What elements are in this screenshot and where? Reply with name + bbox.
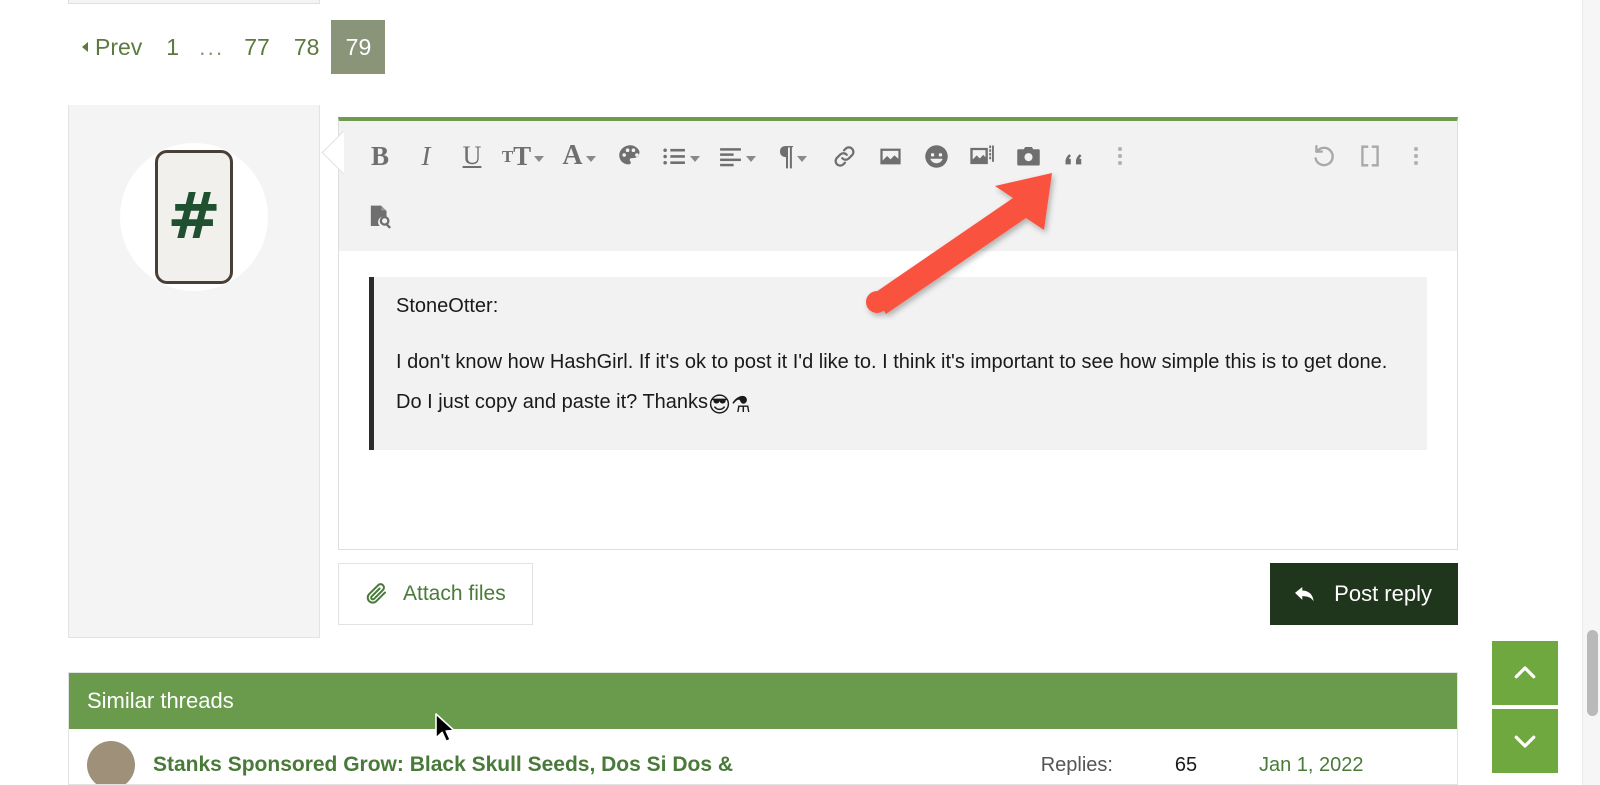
attach-files-button[interactable]: Attach files bbox=[338, 563, 533, 625]
attach-files-label: Attach files bbox=[403, 582, 506, 605]
page-scrollbar[interactable] bbox=[1582, 0, 1600, 785]
quote-icon[interactable] bbox=[1051, 133, 1097, 179]
chevron-down-icon bbox=[534, 156, 545, 162]
pagination-page-77[interactable]: 77 bbox=[232, 20, 282, 74]
image-icon[interactable] bbox=[867, 133, 913, 179]
chevron-up-icon bbox=[1514, 666, 1536, 679]
pagination-ellipsis: ... bbox=[199, 33, 225, 60]
bold-icon[interactable]: B bbox=[357, 133, 403, 179]
quote-attribution: StoneOtter: bbox=[396, 295, 499, 317]
pagination-prev-link[interactable]: Prev bbox=[68, 20, 154, 74]
scroll-to-bottom-button[interactable] bbox=[1492, 709, 1558, 773]
table-row[interactable]: Stanks Sponsored Grow: Black Skull Seeds… bbox=[69, 729, 1457, 784]
reply-editor-block: # B I U T T A ¶ StoneOtter: I don't know… bbox=[68, 105, 1458, 638]
thread-date: Jan 1, 2022 bbox=[1259, 753, 1364, 776]
editor-content-area[interactable]: StoneOtter: I don't know how HashGirl. I… bbox=[339, 251, 1457, 549]
quote-block[interactable]: StoneOtter: I don't know how HashGirl. I… bbox=[369, 277, 1427, 450]
sunglasses-smiley-emoji: 😎 bbox=[708, 393, 731, 418]
panel-connector-arrow bbox=[318, 123, 344, 181]
thread-title-link[interactable]: Stanks Sponsored Grow: Black Skull Seeds… bbox=[153, 753, 1023, 777]
similar-threads-heading: Similar threads bbox=[69, 673, 1457, 729]
palette-icon[interactable] bbox=[607, 133, 653, 179]
smilie-icon[interactable] bbox=[913, 133, 959, 179]
camera-icon[interactable] bbox=[1005, 133, 1051, 179]
editor-toolbar: B I U TT A ¶ bbox=[339, 121, 1457, 252]
replies-count: 65 bbox=[1174, 753, 1198, 776]
chevron-down-icon bbox=[690, 156, 700, 162]
text-color-icon[interactable]: A bbox=[551, 133, 607, 179]
undo-icon[interactable] bbox=[1301, 133, 1347, 179]
vertical-dots-icon bbox=[1118, 147, 1122, 165]
quote-body-line-1: I don't know how HashGirl. If it's ok to… bbox=[396, 351, 1332, 373]
paperclip-icon bbox=[366, 583, 386, 604]
link-icon[interactable] bbox=[821, 133, 867, 179]
chevron-down-icon bbox=[746, 156, 756, 162]
paragraph-icon[interactable]: ¶ bbox=[765, 133, 821, 179]
hookah-emoji: ⚗ bbox=[730, 393, 751, 418]
pagination-page-1[interactable]: 1 bbox=[154, 20, 191, 74]
scroll-to-top-button[interactable] bbox=[1492, 641, 1558, 705]
page-scrollbar-thumb[interactable] bbox=[1587, 630, 1598, 716]
previous-post-stub bbox=[68, 0, 320, 4]
pagination-prev-label: Prev bbox=[95, 34, 143, 60]
list-icon[interactable] bbox=[653, 133, 709, 179]
reply-arrow-icon bbox=[1295, 586, 1314, 602]
editor-action-row: Attach files Post reply bbox=[338, 563, 1458, 631]
avatar-hash-glyph: # bbox=[155, 150, 233, 284]
align-icon[interactable] bbox=[709, 133, 765, 179]
italic-icon[interactable]: I bbox=[403, 133, 449, 179]
editor-toolbar-row-1: B I U TT A ¶ bbox=[357, 125, 1439, 187]
replies-label: Replies: bbox=[1040, 753, 1113, 776]
chevron-down-icon bbox=[1514, 735, 1536, 748]
avatar[interactable]: # bbox=[120, 143, 268, 291]
scroll-controls bbox=[1492, 641, 1558, 773]
chevron-left-icon bbox=[82, 42, 88, 52]
chevron-down-icon bbox=[797, 156, 808, 162]
chevron-down-icon bbox=[585, 156, 596, 162]
editor-toolbar-row-2 bbox=[357, 187, 1439, 245]
pagination-current-page[interactable]: 79 bbox=[331, 20, 386, 74]
more-options-icon[interactable] bbox=[1097, 133, 1143, 179]
more-tools-icon[interactable] bbox=[1393, 133, 1439, 179]
post-reply-label: Post reply bbox=[1334, 581, 1432, 606]
rich-text-editor: B I U TT A ¶ StoneOtter: I don't know ho… bbox=[338, 117, 1458, 550]
gallery-icon[interactable] bbox=[959, 133, 1005, 179]
forum-thread-page: Prev 1 ... 77 78 79 # B I U T T A ¶ Ston… bbox=[0, 0, 1600, 785]
preview-icon[interactable] bbox=[357, 193, 403, 239]
underline-icon[interactable]: U bbox=[449, 133, 495, 179]
author-panel: # bbox=[68, 105, 320, 638]
bbcode-icon[interactable] bbox=[1347, 133, 1393, 179]
avatar[interactable] bbox=[87, 741, 135, 784]
similar-threads-block: Similar threads Stanks Sponsored Grow: B… bbox=[68, 672, 1458, 785]
vertical-dots-icon bbox=[1414, 147, 1418, 165]
quote-body: I don't know how HashGirl. If it's ok to… bbox=[396, 342, 1401, 428]
font-size-icon[interactable]: TT bbox=[495, 133, 551, 179]
editor-toolbar-right-group bbox=[1301, 133, 1439, 179]
post-reply-button[interactable]: Post reply bbox=[1270, 563, 1458, 625]
pagination: Prev 1 ... 77 78 79 bbox=[68, 20, 386, 74]
pagination-page-78[interactable]: 78 bbox=[282, 20, 332, 74]
